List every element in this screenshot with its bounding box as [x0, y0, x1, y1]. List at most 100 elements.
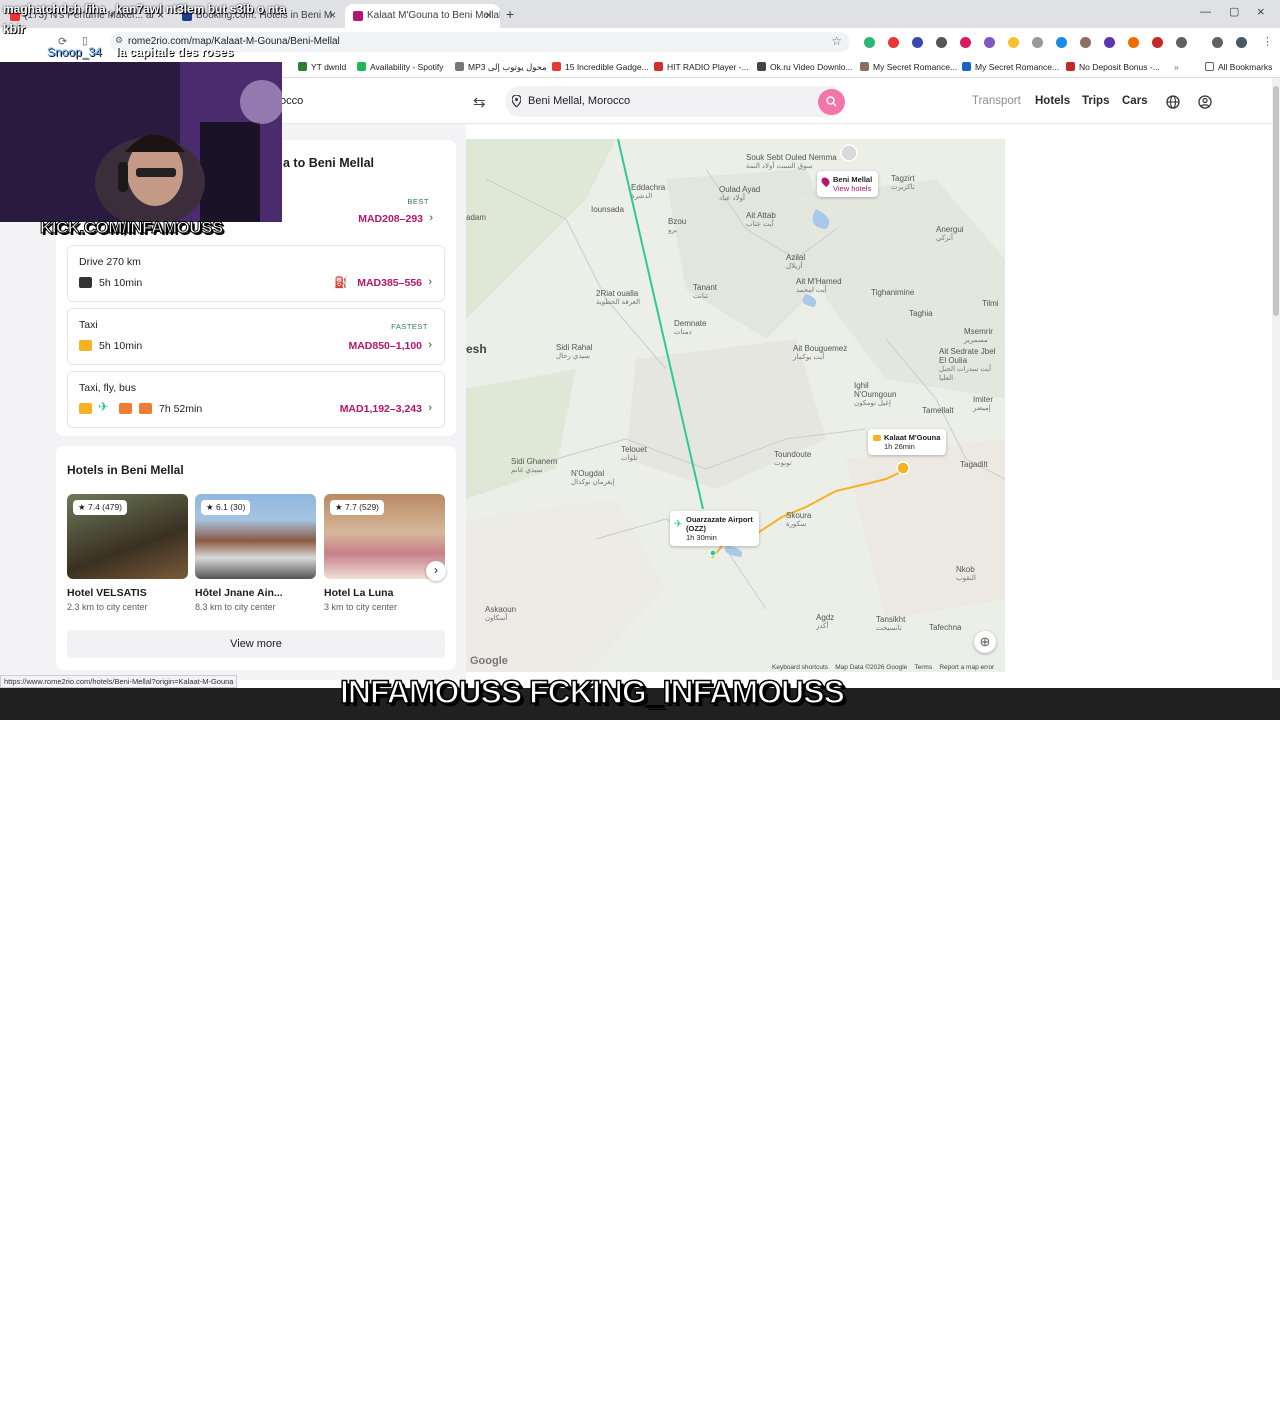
route-price: MAD1,192–3,243	[339, 403, 422, 415]
extension-icon[interactable]	[960, 37, 971, 48]
page-margin	[1005, 124, 1280, 680]
extension-icon[interactable]	[888, 37, 899, 48]
swap-icon[interactable]: ⇆	[473, 93, 486, 111]
chat-username: Snoop_34	[47, 45, 102, 59]
extension-icon[interactable]	[912, 37, 923, 48]
map-footer: Keyboard shortcuts Map Data ©2026 Google…	[772, 664, 994, 671]
extensions-puzzle-icon[interactable]	[1176, 37, 1187, 48]
bus-icon	[119, 403, 132, 414]
tray-app-icon[interactable]: ●	[1114, 1386, 1119, 1396]
maximize-icon[interactable]: ▢	[1229, 5, 1239, 18]
route-title: Taxi	[79, 319, 98, 331]
extension-icon[interactable]	[936, 37, 947, 48]
nav-cars[interactable]: Cars	[1122, 95, 1148, 107]
keyboard-shortcuts-link[interactable]: Keyboard shortcuts	[772, 664, 828, 671]
account-icon[interactable]	[1198, 95, 1212, 109]
view-more-button[interactable]: View more	[67, 630, 445, 658]
bookmark-favicon-icon	[860, 62, 869, 71]
route-option-taxi[interactable]: Taxi FASTEST 5h 10min MAD850–1,100 ›	[67, 308, 445, 365]
route-option-drive[interactable]: Drive 270 km 5h 10min ⛽ MAD385–556 ›	[67, 245, 445, 302]
all-bookmarks-button[interactable]: All Bookmarks	[1205, 62, 1272, 72]
hotel-photo[interactable]: ★ 7.4 (479)	[67, 494, 188, 579]
origin-field[interactable]: occo	[280, 95, 303, 107]
browser-tab-active[interactable]: Kalaat M'Gouna to Beni Mellal ×	[345, 4, 500, 28]
bookmark-item[interactable]: Ok.ru Video Downlo...	[757, 62, 853, 72]
origin-marker[interactable]	[896, 461, 910, 475]
route-map[interactable]: Souk Sebt Ouled Nemma سوق السبت أولاد الن…	[466, 139, 1005, 672]
bookmark-item[interactable]: 15 Incredible Gadge...	[552, 62, 649, 72]
globe-icon[interactable]	[1166, 95, 1180, 109]
tray-app-icon[interactable]: ●	[1136, 1386, 1141, 1396]
nav-trips[interactable]: Trips	[1082, 95, 1109, 107]
tab-favicon-icon	[353, 11, 363, 21]
close-tab-icon[interactable]: ×	[329, 8, 336, 22]
bookmark-item[interactable]: No Deposit Bonus -...	[1066, 62, 1160, 72]
route-title: Drive 270 km	[79, 256, 141, 268]
window-close-icon[interactable]: ×	[1257, 4, 1265, 19]
menu-list-icon[interactable]	[1212, 37, 1223, 48]
folder-icon	[1205, 62, 1214, 71]
destination-marker[interactable]	[840, 144, 858, 162]
bookmark-favicon-icon	[357, 62, 366, 71]
nav-hotels[interactable]: Hotels	[1035, 95, 1070, 107]
clock[interactable]: 10:54 PM 2/27/2026	[1214, 1381, 1250, 1401]
minimize-icon[interactable]: —	[1200, 6, 1211, 18]
hotel-name[interactable]: Hôtel Jnane Ain...	[195, 587, 283, 599]
notification-icon[interactable]: ▤	[1262, 1386, 1271, 1397]
route-option-taxi-fly-bus[interactable]: Taxi, fly, bus ✈ 7h 52min MAD1,192–3,243…	[67, 371, 445, 428]
bookmark-item[interactable]: HIT RADIO Player -...	[654, 62, 749, 72]
bookmark-item[interactable]: YT dwnld	[298, 62, 346, 72]
extension-icon[interactable]	[864, 37, 875, 48]
airport-marker[interactable]	[709, 549, 717, 557]
close-tab-icon[interactable]: ×	[485, 8, 492, 22]
hotel-photo[interactable]: ★ 6.1 (30)	[195, 494, 316, 579]
volume-icon[interactable]: ◀	[1196, 1386, 1203, 1397]
scrollbar-thumb[interactable]	[1273, 86, 1279, 316]
hotel-distance: 2.3 km to city center	[67, 602, 148, 612]
extension-icon[interactable]	[1008, 37, 1019, 48]
routes-heading: a to Beni Mellal	[283, 156, 374, 170]
wifi-icon[interactable]: ◠	[1178, 1386, 1186, 1397]
extension-icon[interactable]	[1080, 37, 1091, 48]
chevron-right-icon[interactable]: ›	[426, 561, 446, 581]
extension-icon[interactable]	[1056, 37, 1067, 48]
bookmarks-overflow-icon[interactable]: »	[1174, 62, 1179, 72]
extension-icon[interactable]	[1104, 37, 1115, 48]
airport-callout[interactable]: ✈ Ouarzazate Airport (OZZ) 1h 30min	[670, 511, 759, 546]
origin-callout[interactable]: Kalaat M'Gouna 1h 26min	[868, 429, 947, 455]
chat-message: la capitale des roses	[116, 45, 234, 59]
bookmark-item[interactable]: My Secret Romance...	[860, 62, 957, 72]
location-pin-icon	[512, 95, 521, 107]
microphone-icon[interactable]: ♪	[1158, 1386, 1163, 1396]
report-error-link[interactable]: Report a map error	[939, 664, 994, 671]
bookmark-item[interactable]: Availability - Spotify	[357, 62, 444, 72]
extension-icon[interactable]	[1032, 37, 1043, 48]
taxi-icon	[79, 340, 92, 351]
fuel-pump-icon: ⛽	[334, 277, 348, 289]
new-tab-icon[interactable]: +	[506, 6, 514, 22]
destination-callout[interactable]: Beni Mellal View hotels	[817, 171, 879, 197]
hotel-rating: ★ 7.7 (529)	[330, 500, 385, 515]
view-hotels-link[interactable]: View hotels	[833, 184, 871, 193]
chevron-right-icon: ›	[428, 402, 432, 414]
search-button[interactable]	[818, 89, 845, 115]
hotel-name[interactable]: Hotel VELSATIS	[67, 587, 147, 599]
bookmark-star-icon[interactable]: ☆	[831, 34, 842, 48]
tray-overflow-icon[interactable]: ⌃	[1072, 1386, 1080, 1397]
terms-link[interactable]: Terms	[914, 664, 932, 671]
nav-transport[interactable]: Transport	[972, 95, 1021, 107]
more-menu-icon[interactable]: ⋮	[1262, 35, 1273, 48]
profile-avatar-icon[interactable]	[1236, 37, 1247, 48]
bookmark-item[interactable]: My Secret Romance...	[962, 62, 1059, 72]
extension-icon[interactable]	[1152, 37, 1163, 48]
bookmark-item[interactable]: MP3 محول يوتوب إلى	[455, 62, 547, 73]
recenter-icon[interactable]: ⊕	[974, 631, 996, 653]
map-data-text: Map Data ©2026 Google	[835, 664, 908, 671]
extension-icon[interactable]	[1128, 37, 1139, 48]
kick-channel-overlay: KICK.COM/INFAMOUSS	[40, 218, 224, 238]
tray-app-icon[interactable]: ●	[1094, 1386, 1099, 1396]
route-price: MAD850–1,100	[348, 340, 422, 352]
extension-icon[interactable]	[984, 37, 995, 48]
hotel-name[interactable]: Hotel La Luna	[324, 587, 393, 599]
taxi-icon	[79, 403, 92, 414]
